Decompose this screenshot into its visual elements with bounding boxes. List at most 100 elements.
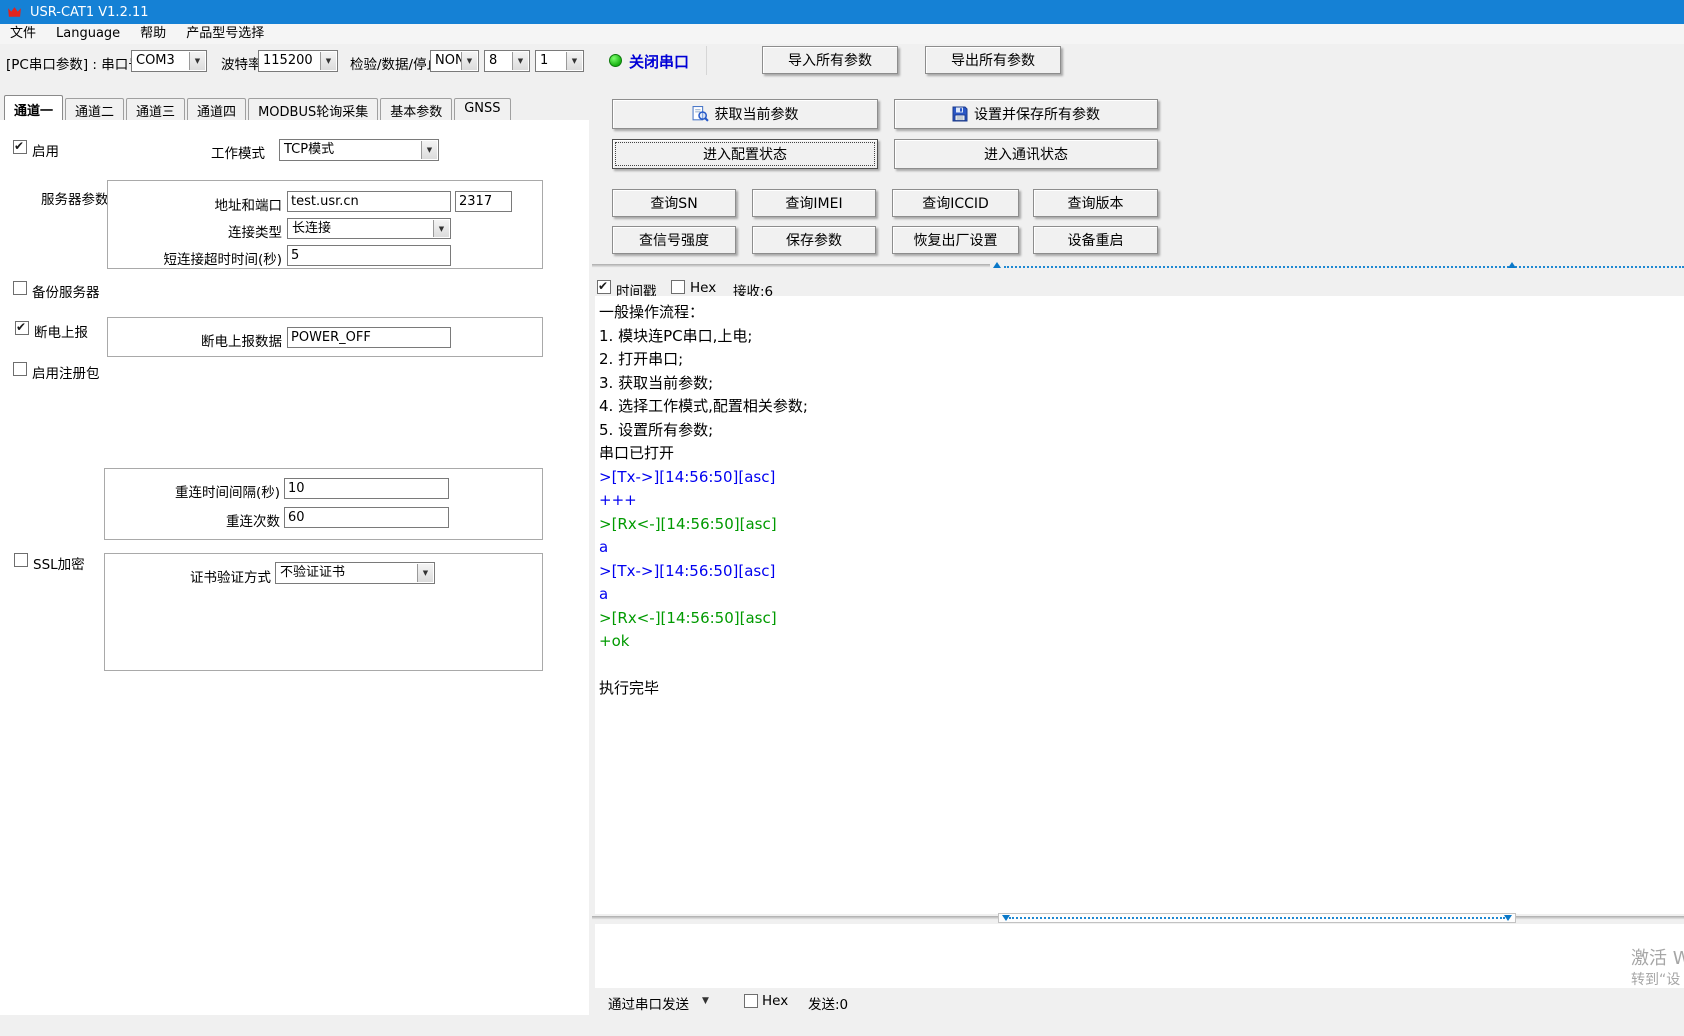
floppy-save-icon xyxy=(952,106,968,122)
poweroff-data-input[interactable]: POWER_OFF xyxy=(287,327,451,348)
work-mode-label: 工作模式 xyxy=(211,142,265,162)
parity-select[interactable]: NONI ▼ xyxy=(430,50,479,72)
baud-value: 115200 xyxy=(263,53,313,68)
splitter-handle-icon[interactable] xyxy=(993,262,1001,268)
splitter-handle-icon[interactable] xyxy=(1504,915,1512,921)
device-restart-button[interactable]: 设备重启 xyxy=(1033,226,1158,254)
get-params-button[interactable]: 获取当前参数 xyxy=(612,99,878,129)
set-save-params-button[interactable]: 设置并保存所有参数 xyxy=(894,99,1158,129)
close-port-button[interactable]: 关闭串口 xyxy=(629,51,689,72)
ssl-checkbox[interactable] xyxy=(14,553,28,567)
factory-reset-button[interactable]: 恢复出厂设置 xyxy=(892,226,1019,254)
chevron-down-icon[interactable]: ▼ xyxy=(461,52,477,70)
log-line: a xyxy=(599,583,1680,607)
send-input-area[interactable] xyxy=(595,924,1684,988)
cert-verify-select[interactable]: 不验证证书 ▼ xyxy=(275,562,435,584)
address-input[interactable]: test.usr.cn xyxy=(287,191,451,212)
hex-send-checkbox[interactable] xyxy=(744,994,758,1008)
backup-server-checkbox[interactable] xyxy=(13,281,27,295)
register-pack-label: 启用注册包 xyxy=(32,362,100,382)
baud-label: 波特率 xyxy=(221,53,262,73)
conn-type-value: 长连接 xyxy=(292,221,331,236)
hex-recv-label: Hex xyxy=(690,280,716,296)
menu-bar: 文件 Language 帮助 产品型号选择 xyxy=(0,24,1684,44)
log-line xyxy=(599,654,1680,678)
log-line: a xyxy=(599,536,1680,560)
log-line: +ok xyxy=(599,630,1680,654)
send-via-serial-button[interactable]: 通过串口发送 xyxy=(608,993,689,1013)
databits-value: 8 xyxy=(489,53,497,68)
chevron-down-icon[interactable]: ▼ xyxy=(421,141,437,159)
reconnect-count-input[interactable]: 60 xyxy=(284,507,449,528)
splitter-handle-icon[interactable] xyxy=(1508,262,1516,268)
chevron-down-icon[interactable]: ▼ xyxy=(189,52,205,70)
pc-serial-label: [PC串口参数] : 串口号 xyxy=(6,53,142,73)
log-area[interactable]: 一般操作流程：1. 模块连PC串口,上电;2. 打开串口;3. 获取当前参数;4… xyxy=(595,296,1684,914)
chevron-down-icon[interactable]: ▼ xyxy=(512,52,528,70)
tab-modbus-poll[interactable]: MODBUS轮询采集 xyxy=(248,98,378,120)
export-params-button[interactable]: 导出所有参数 xyxy=(925,46,1061,74)
databits-select[interactable]: 8 ▼ xyxy=(484,50,530,72)
poweroff-data-label: 断电上报数据 xyxy=(142,330,282,350)
conn-type-select[interactable]: 长连接 ▼ xyxy=(287,218,451,239)
short-timeout-label: 短连接超时时间(秒) xyxy=(92,248,282,268)
chevron-down-icon[interactable]: ▼ xyxy=(702,996,709,1006)
send-count: 发送:0 xyxy=(808,993,848,1013)
log-line: >[Rx<-][14:56:50][asc] xyxy=(599,607,1680,631)
query-imei-button[interactable]: 查询IMEI xyxy=(752,189,876,217)
enable-checkbox[interactable] xyxy=(13,140,27,154)
timestamp-checkbox[interactable] xyxy=(597,280,611,294)
query-iccid-button[interactable]: 查询ICCID xyxy=(892,189,1019,217)
cert-verify-value: 不验证证书 xyxy=(280,565,345,580)
title-bar: USR-CAT1 V1.2.11 xyxy=(0,0,1684,24)
address-port-label: 地址和端口 xyxy=(142,194,282,214)
query-sn-button[interactable]: 查询SN xyxy=(612,189,736,217)
stopbits-value: 1 xyxy=(540,53,548,68)
hex-send-label: Hex xyxy=(762,993,788,1009)
hex-recv-checkbox[interactable] xyxy=(671,280,685,294)
app-window: USR-CAT1 V1.2.11 文件 Language 帮助 产品型号选择 [… xyxy=(0,0,1684,1036)
chevron-down-icon[interactable]: ▼ xyxy=(433,220,449,237)
backup-server-label: 备份服务器 xyxy=(32,281,100,301)
splitter-dotted-box xyxy=(998,913,1516,923)
chevron-down-icon[interactable]: ▼ xyxy=(320,52,336,70)
register-pack-checkbox[interactable] xyxy=(13,362,27,376)
menu-item-model-select[interactable]: 产品型号选择 xyxy=(176,24,274,44)
log-line: 1. 模块连PC串口,上电; xyxy=(599,325,1680,349)
import-params-button[interactable]: 导入所有参数 xyxy=(762,46,898,74)
tab-basic-params[interactable]: 基本参数 xyxy=(380,98,452,120)
port-input[interactable]: 2317 xyxy=(455,191,512,212)
menu-item-help[interactable]: 帮助 xyxy=(130,24,176,44)
com-port-select[interactable]: COM3 ▼ xyxy=(131,50,207,72)
set-save-params-label: 设置并保存所有参数 xyxy=(974,104,1100,124)
query-signal-button[interactable]: 查信号强度 xyxy=(612,226,736,254)
reconnect-count-label: 重连次数 xyxy=(140,510,280,530)
chevron-down-icon[interactable]: ▼ xyxy=(417,564,433,582)
serial-toolbar: [PC串口参数] : 串口号 COM3 ▼ 波特率 115200 ▼ 检验/数据… xyxy=(0,44,1684,78)
save-params-button[interactable]: 保存参数 xyxy=(752,226,876,254)
enter-comm-button[interactable]: 进入通讯状态 xyxy=(894,139,1158,169)
baud-select[interactable]: 115200 ▼ xyxy=(258,50,338,72)
short-timeout-input[interactable]: 5 xyxy=(287,245,451,266)
reconnect-interval-input[interactable]: 10 xyxy=(284,478,449,499)
cert-verify-label: 证书验证方式 xyxy=(120,566,271,586)
stopbits-select[interactable]: 1 ▼ xyxy=(535,50,584,72)
poweroff-report-checkbox[interactable] xyxy=(15,321,29,335)
doc-search-icon xyxy=(692,106,709,123)
query-version-button[interactable]: 查询版本 xyxy=(1033,189,1158,217)
get-params-label: 获取当前参数 xyxy=(715,104,799,124)
splitter-handle-icon[interactable] xyxy=(1002,915,1010,921)
tab-channel-2[interactable]: 通道二 xyxy=(65,98,124,120)
tab-channel-3[interactable]: 通道三 xyxy=(126,98,185,120)
enter-config-button[interactable]: 进入配置状态 xyxy=(612,139,878,169)
tab-channel-4[interactable]: 通道四 xyxy=(187,98,246,120)
chevron-down-icon[interactable]: ▼ xyxy=(566,52,582,70)
menu-item-file[interactable]: 文件 xyxy=(0,24,46,44)
tab-gnss[interactable]: GNSS xyxy=(454,98,510,120)
work-mode-select[interactable]: TCP模式 ▼ xyxy=(279,139,439,161)
port-open-led-icon xyxy=(609,54,622,67)
log-line: 一般操作流程： xyxy=(599,301,1680,325)
tab-channel-1[interactable]: 通道一 xyxy=(4,95,63,120)
menu-item-language[interactable]: Language xyxy=(46,24,130,44)
toolbar-separator xyxy=(706,46,707,75)
